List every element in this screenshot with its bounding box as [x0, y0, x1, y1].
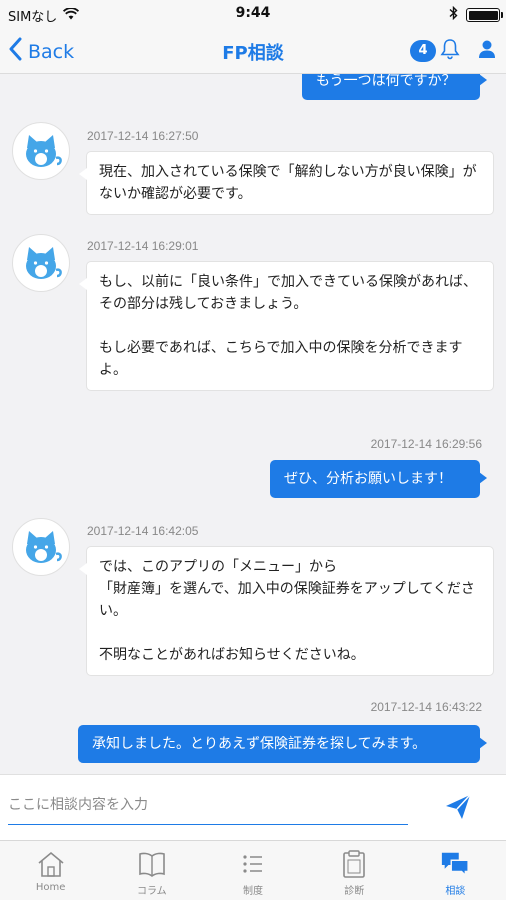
message-text: 現在、加入されている保険で「解約しない方が良い保険」がないか確認が必要です。	[99, 164, 477, 202]
cat-mascot-icon	[26, 531, 62, 563]
status-right	[449, 5, 503, 24]
send-button[interactable]	[444, 793, 472, 821]
navigation-bar: Back FP相談 4	[0, 28, 506, 74]
status-bar: SIMなし 9:44	[0, 0, 506, 28]
tab-column[interactable]: コラム	[101, 841, 202, 900]
message-text: 承知しました。とりあえず保険証券を探してみます。	[92, 736, 427, 752]
back-label: Back	[28, 40, 75, 63]
message-bubble-outgoing: もう一つは何ですか？	[302, 74, 487, 100]
tab-label: 制度	[243, 886, 263, 897]
message-text: もう一つは何ですか？	[316, 74, 456, 89]
message-composer	[0, 774, 506, 840]
tab-consultation[interactable]: 相談	[405, 841, 506, 900]
message-text: ぜひ、分析お願いします！	[284, 471, 452, 487]
battery-icon	[466, 8, 503, 22]
message-timestamp: 2017-12-14 16:43:22	[370, 700, 482, 714]
status-time: 9:44	[235, 5, 271, 21]
advisor-avatar	[12, 518, 70, 576]
clipboard-icon	[339, 849, 369, 879]
app-root: SIMなし 9:44 Back FP相談 4 もう一つは何ですか？ 2017-1…	[0, 0, 506, 900]
message-text: もし、以前に「良い条件」で加入できている保険があれば、 その部分は残しておきまし…	[99, 274, 477, 378]
tab-diagnosis[interactable]: 診断	[304, 841, 405, 900]
nav-actions: 4	[410, 38, 496, 64]
chat-thread[interactable]: もう一つは何ですか？ 2017-12-14 16:27:50 現在、加入されてい…	[0, 74, 506, 774]
book-icon	[137, 849, 167, 879]
message-input[interactable]	[8, 785, 408, 825]
back-button[interactable]: Back	[8, 37, 74, 66]
message-timestamp: 2017-12-14 16:29:01	[87, 239, 199, 253]
home-icon	[36, 849, 66, 879]
tab-label: 相談	[445, 886, 466, 897]
message-timestamp: 2017-12-14 16:27:50	[87, 129, 199, 143]
tab-bar: Home コラム 制度 診断 相談	[0, 840, 506, 900]
message-bubble-outgoing: ぜひ、分析お願いします！	[270, 460, 487, 498]
tab-home[interactable]: Home	[0, 841, 101, 900]
user-icon[interactable]	[478, 39, 496, 63]
chevron-left-icon	[8, 37, 22, 66]
advisor-avatar	[12, 122, 70, 180]
advisor-avatar	[12, 234, 70, 292]
tab-label: 診断	[344, 886, 365, 897]
notification-badge[interactable]: 4	[410, 40, 436, 62]
message-text: では、このアプリの「メニュー」から 「財産簿」を選んで、加入中の保険証券をアップ…	[99, 559, 475, 663]
message-bubble-incoming: では、このアプリの「メニュー」から 「財産簿」を選んで、加入中の保険証券をアップ…	[79, 546, 494, 676]
message-bubble-incoming: もし、以前に「良い条件」で加入できている保険があれば、 その部分は残しておきまし…	[79, 261, 494, 391]
message-bubble-incoming: 現在、加入されている保険で「解約しない方が良い保険」がないか確認が必要です。	[79, 151, 494, 215]
tab-label: Home	[35, 882, 66, 893]
message-bubble-outgoing: 承知しました。とりあえず保険証券を探してみます。	[78, 725, 487, 763]
message-timestamp: 2017-12-14 16:42:05	[87, 524, 199, 538]
bell-icon[interactable]	[440, 38, 460, 64]
tab-system[interactable]: 制度	[202, 841, 303, 900]
chat-icon	[440, 849, 470, 879]
cat-mascot-icon	[26, 135, 62, 167]
list-icon	[238, 849, 268, 879]
message-timestamp: 2017-12-14 16:29:56	[370, 437, 482, 451]
send-icon	[446, 794, 471, 819]
cat-mascot-icon	[26, 247, 62, 279]
tab-label: コラム	[136, 886, 167, 897]
bluetooth-icon	[449, 5, 458, 24]
